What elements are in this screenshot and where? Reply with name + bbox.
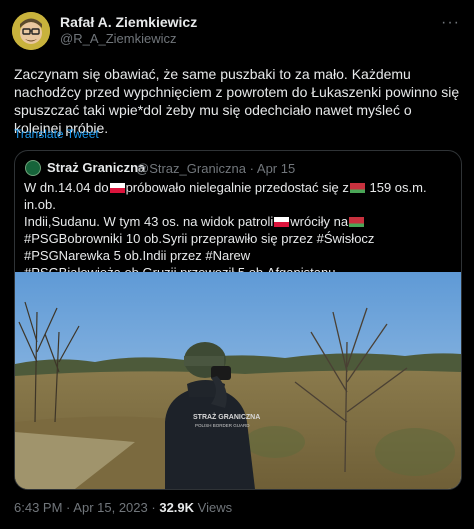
quoted-separator: · xyxy=(249,161,254,176)
tweet-time[interactable]: 6:43 PM xyxy=(14,500,62,515)
views-label: Views xyxy=(197,500,233,515)
quoted-text-part: wróciły na xyxy=(290,214,349,229)
quoted-line-2: Indii,Sudanu. W tym 43 os. na widok patr… xyxy=(24,213,454,230)
quoted-line-4: #PSGNarewka 5 ob.Indii przez #Narew xyxy=(24,248,251,263)
quoted-text: W dn.14.04 do próbowało nielegalnie przed… xyxy=(24,179,454,281)
poland-flag-icon xyxy=(109,183,125,193)
vest-sublabel: POLISH BORDER GUARD xyxy=(195,423,250,428)
vest-label: STRAŻ GRANICZNA xyxy=(193,413,260,421)
author-handle[interactable]: @R_A_Ziemkiewicz xyxy=(60,31,177,46)
quoted-text-part: Indii,Sudanu. W tym 43 os. na widok patr… xyxy=(24,214,274,229)
border-guard-photo[interactable]: STRAŻ GRANICZNA POLISH BORDER GUARD xyxy=(15,272,461,489)
poland-flag-icon xyxy=(274,217,290,227)
tweet-date[interactable]: Apr 15, 2023 xyxy=(73,500,147,515)
meta-separator: · xyxy=(66,500,71,515)
quoted-line-1: W dn.14.04 do próbowało nielegalnie przed… xyxy=(24,179,454,213)
belarus-flag-icon xyxy=(349,217,365,227)
quoted-author-avatar xyxy=(25,160,41,176)
more-options-icon[interactable]: ··· xyxy=(441,14,460,32)
translate-tweet-link[interactable]: Translate Tweet xyxy=(14,127,99,141)
quoted-date: Apr 15 xyxy=(256,161,296,176)
author-avatar[interactable] xyxy=(12,12,50,50)
belarus-flag-icon xyxy=(349,183,365,193)
quoted-author-handle: @Straz_Graniczna xyxy=(136,161,247,176)
quoted-tweet[interactable]: Straż Graniczna @Straz_Graniczna · Apr 1… xyxy=(14,150,462,490)
meta-separator: · xyxy=(151,500,156,515)
quoted-author-meta: @Straz_Graniczna · Apr 15 xyxy=(136,161,295,176)
quoted-author-name: Straż Graniczna xyxy=(47,160,146,175)
avatar-caricature-icon xyxy=(12,12,50,50)
views-count: 32.9K xyxy=(159,500,195,515)
quoted-text-part: W dn.14.04 do xyxy=(24,180,109,195)
author-name[interactable]: Rafał A. Ziemkiewicz xyxy=(60,14,197,30)
quoted-text-part: próbowało nielegalnie przedostać się z xyxy=(125,180,349,195)
tweet-meta: 6:43 PM · Apr 15, 2023 · 32.9K Views xyxy=(14,500,232,515)
quoted-line-3: #PSGBobrowniki 10 ob.Syrii przeprawiło s… xyxy=(24,231,375,246)
